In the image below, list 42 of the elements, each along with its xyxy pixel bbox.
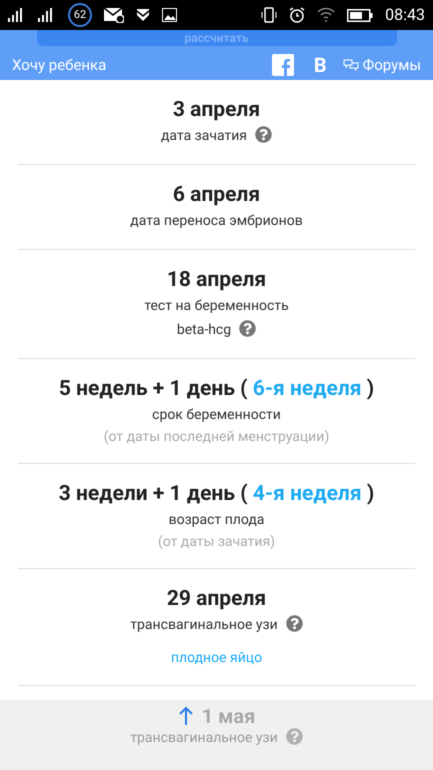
vibrate-icon — [261, 7, 278, 23]
label-text: трансвагинальное узи — [130, 730, 278, 746]
battery-icon — [347, 8, 374, 22]
calculate-button[interactable]: рассчитать — [36, 30, 396, 46]
notification-badge: 62 — [68, 3, 92, 27]
wifi-icon — [317, 8, 336, 22]
label-text: дата переноса эмбрионов — [130, 213, 303, 229]
alarm-icon — [289, 7, 306, 23]
date-text: 1 мая — [202, 704, 256, 728]
help-icon[interactable] — [286, 728, 303, 745]
help-icon[interactable] — [286, 615, 303, 632]
label-text: тест на беременность — [144, 298, 289, 314]
label-text: дата зачатия — [160, 128, 247, 144]
clock-text: 08:43 — [385, 4, 425, 26]
label-text: срок беременности — [152, 407, 281, 423]
arrow-up-icon[interactable] — [178, 706, 194, 726]
week-text: 4-я неделя — [252, 482, 363, 506]
date-text: 29 апреля — [166, 587, 266, 611]
help-icon[interactable] — [239, 320, 256, 337]
vk-link[interactable]: В — [314, 50, 327, 80]
forums-link[interactable]: Форумы — [362, 54, 421, 76]
mail-icon — [104, 7, 124, 23]
date-text: 6 апреля — [172, 183, 260, 207]
date-text: 5 недель + 1 день ( — [58, 377, 248, 401]
date-text: 3 недели + 1 день ( — [58, 482, 248, 506]
image-icon — [162, 8, 177, 22]
facebook-icon[interactable] — [272, 54, 294, 76]
week-text: 6-я неделя — [252, 377, 363, 401]
note-text: (от даты последней менструации) — [102, 428, 330, 447]
date-text: 3 апреля — [172, 98, 260, 122]
app-title: Хочу ребенка — [12, 54, 106, 76]
label-text: возраст плода — [168, 512, 264, 528]
label-text: beta-hcg — [176, 322, 232, 338]
label-text: трансвагинальное узи — [130, 617, 278, 633]
note-text: (от даты зачатия) — [156, 533, 276, 552]
date-text: ) — [366, 377, 374, 401]
shield-icon — [136, 8, 150, 22]
date-text: 18 апреля — [166, 268, 266, 292]
date-text: ) — [366, 482, 374, 506]
link[interactable]: плодное яйцо — [170, 650, 262, 666]
help-icon[interactable] — [255, 126, 272, 143]
chat-bubbles-icon[interactable] — [342, 59, 359, 71]
